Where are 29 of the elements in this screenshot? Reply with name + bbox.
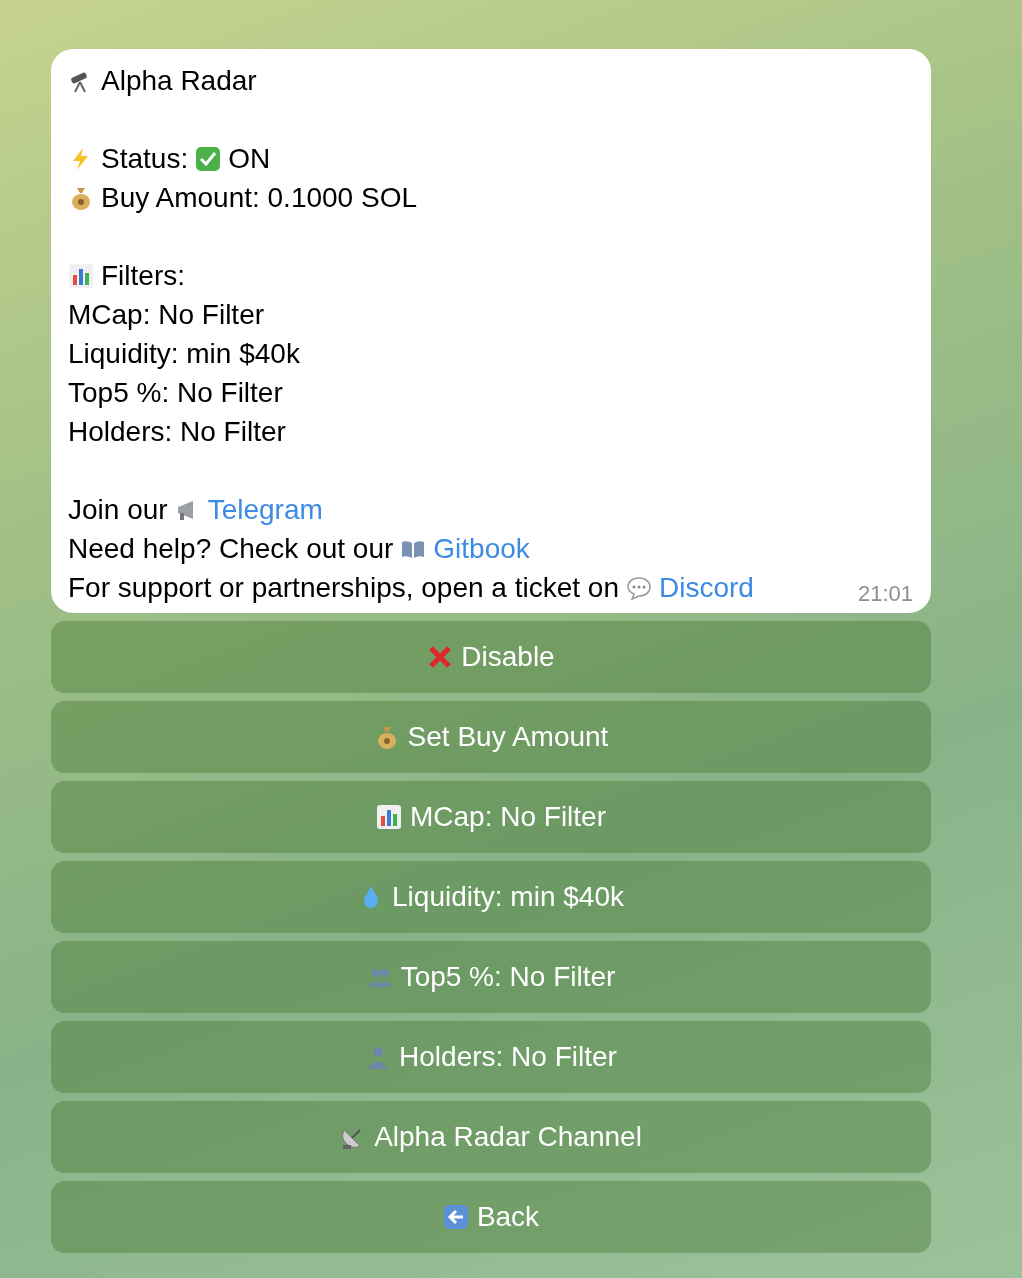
message-text: MCap: No Filter bbox=[68, 298, 265, 332]
inline-button[interactable]: Alpha Radar Channel bbox=[51, 1101, 931, 1173]
checkmark-icon bbox=[195, 145, 222, 172]
inline-button[interactable]: Holders: No Filter bbox=[51, 1021, 931, 1093]
message-text: Holders: No Filter bbox=[68, 415, 286, 449]
message-text: Buy Amount: 0.1000 SOL bbox=[101, 181, 417, 215]
message-time: 21:01 bbox=[857, 581, 913, 607]
message-text: Filters: bbox=[101, 259, 185, 293]
message-text: ON bbox=[228, 142, 271, 176]
bar-chart-icon bbox=[68, 262, 94, 289]
link[interactable]: Telegram bbox=[207, 490, 323, 529]
inline-button[interactable]: Back bbox=[51, 1181, 931, 1253]
cross-icon bbox=[427, 644, 454, 670]
inline-button[interactable]: Top5 %: No Filter bbox=[51, 941, 931, 1013]
message-text: Status: bbox=[101, 142, 189, 176]
inline-button[interactable]: Set Buy Amount bbox=[51, 701, 931, 773]
link[interactable]: Gitbook bbox=[433, 529, 530, 568]
inline-button[interactable]: Disable bbox=[51, 621, 931, 693]
message-text: Liquidity: min $40k bbox=[68, 337, 300, 371]
message-text: Top5 %: No Filter bbox=[68, 376, 283, 410]
inline-button[interactable]: MCap: No Filter bbox=[51, 781, 931, 853]
message-text: Join our bbox=[68, 493, 168, 527]
bar-chart-icon bbox=[375, 804, 402, 830]
message-text: Need help? Check out our bbox=[68, 532, 394, 566]
link[interactable]: Discord bbox=[658, 568, 754, 607]
message-text: For support or partnerships, open a ticket on bbox=[68, 571, 619, 605]
message-text: Alpha Radar bbox=[101, 64, 257, 98]
speech-bubble-icon bbox=[625, 574, 652, 601]
inline-button[interactable]: Liquidity: min $40k bbox=[51, 861, 931, 933]
